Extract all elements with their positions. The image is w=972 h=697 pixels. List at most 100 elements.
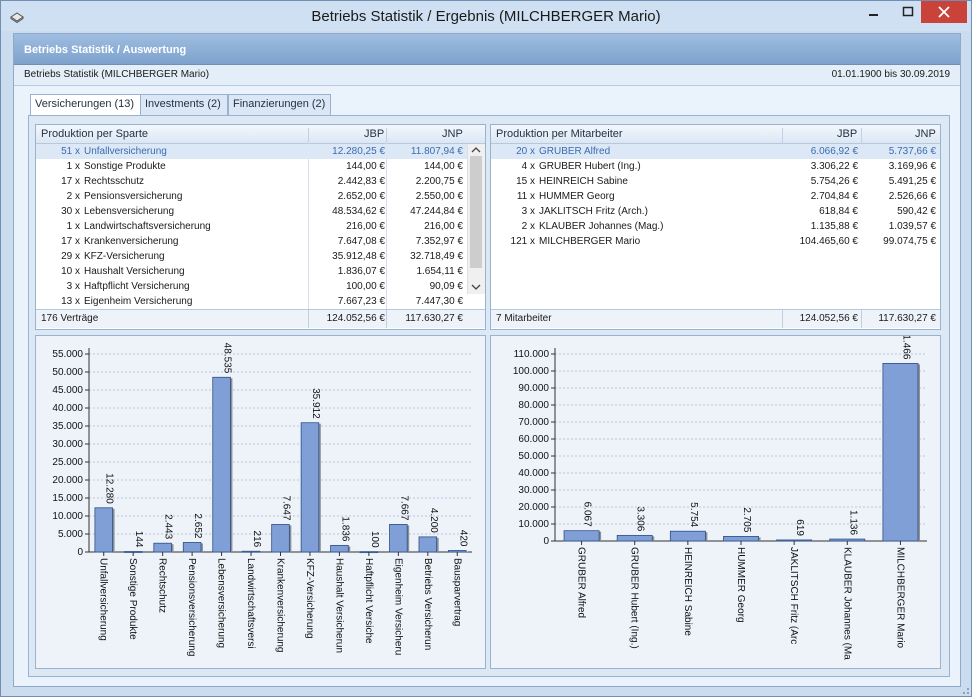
- row-jnp-value: 2.526,66 €: [888, 191, 936, 202]
- y-tick-label: 40.000: [52, 403, 83, 414]
- chart-bar[interactable]: [389, 523, 408, 553]
- bar-value-label: 420: [457, 530, 468, 547]
- table-row[interactable]: 29 x KFZ-Versicherung 35.912,48 € 32.718,49…: [36, 249, 467, 264]
- chart-bar[interactable]: [882, 363, 919, 542]
- table-row[interactable]: 13 x Eigenheim Versicherung 7.667,23 € 7.44…: [36, 294, 467, 309]
- column-header-mitarbeiter[interactable]: Produktion per Mitarbeiter: [496, 128, 623, 140]
- row-jbp-value: 2.652,00 €: [337, 191, 385, 202]
- footer-contract-count: 176 Verträge: [41, 313, 99, 324]
- bar-value-label: 1.136: [847, 510, 858, 535]
- tab-finanzierungen[interactable]: Finanzierungen (2): [228, 94, 331, 116]
- bar-value-label: 2.443: [163, 514, 174, 539]
- table-row[interactable]: 2 x Pensionsversicherung 2.652,00 € 2.550,0…: [36, 189, 467, 204]
- row-name: Pensionsversicherung: [84, 191, 183, 202]
- y-tick-label: 10.000: [518, 519, 549, 530]
- date-range: 01.01.1900 bis 30.09.2019: [831, 69, 950, 80]
- y-tick-label: 15.000: [52, 493, 83, 504]
- row-jnp-value: 144,00 €: [424, 161, 463, 172]
- table-row[interactable]: 17 x Krankenversicherung 7.647,08 € 7.352,9…: [36, 234, 467, 249]
- table-row[interactable]: 17 x Rechtsschutz 2.442,83 € 2.200,75 €: [36, 174, 467, 189]
- chart-bar[interactable]: [212, 376, 231, 553]
- sparte-scrollbar[interactable]: [467, 144, 485, 294]
- chart-bar[interactable]: [616, 534, 653, 542]
- chart-bar[interactable]: [94, 507, 113, 553]
- column-header-jbp[interactable]: JBP: [837, 128, 857, 140]
- y-tick-label: 60.000: [518, 434, 549, 445]
- close-button[interactable]: [921, 1, 967, 23]
- x-tick-label: Haushalt Versicherun: [333, 558, 344, 653]
- sparte-grid-header: Produktion per Sparte JBP JNP: [36, 125, 485, 146]
- table-row[interactable]: 3 x Haftpflicht Versicherung 100,00 € 90,09…: [36, 279, 467, 294]
- mitarbeiter-chart: 0 10.000 20.000 30.000 40.000 50.000 60.000 70.…: [490, 335, 941, 669]
- y-tick-label: 30.000: [52, 439, 83, 450]
- chart-bar[interactable]: [153, 542, 172, 553]
- y-tick-label: 20.000: [518, 502, 549, 513]
- panel-header: Betriebs Statistik / Auswertung: [14, 34, 960, 65]
- statistics-panel: Betriebs Statistik / Auswertung Betriebs…: [13, 33, 961, 687]
- resize-grip-icon[interactable]: [960, 685, 970, 695]
- tab-content-versicherungen: Produktion per Sparte JBP JNP 51 x Unfall…: [28, 115, 950, 677]
- row-label: 51 x: [61, 146, 80, 157]
- row-jnp-value: 32.718,49 €: [410, 251, 463, 262]
- x-tick-label: Unfallversicherung: [98, 558, 109, 641]
- y-tick-label: 80.000: [518, 400, 549, 411]
- y-tick-label: 5.000: [58, 529, 83, 540]
- chart-bar[interactable]: [829, 538, 866, 542]
- row-label: 3 x: [521, 206, 535, 217]
- row-name: Landwirtschaftsversicherung: [84, 221, 211, 232]
- chart-bar[interactable]: [182, 542, 202, 553]
- sparte-grid-footer: 176 Verträge 124.052,56 € 117.630,27 €: [36, 309, 485, 328]
- window-title: Betriebs Statistik / Ergebnis (MILCHBERG…: [311, 8, 661, 25]
- scroll-up-icon[interactable]: [471, 147, 481, 153]
- table-row[interactable]: 20 x GRUBER Alfred 6.066,92 € 5.737,66 €: [491, 144, 940, 159]
- chart-bar[interactable]: [448, 550, 467, 553]
- chart-bar[interactable]: [776, 539, 813, 542]
- chart-bar[interactable]: [271, 524, 290, 553]
- row-jbp-value: 7.667,23 €: [337, 296, 385, 307]
- table-row[interactable]: 121 x MILCHBERGER Mario 104.465,60 € 99.074…: [491, 234, 940, 249]
- row-jbp-value: 35.912,48 €: [332, 251, 385, 262]
- application-window: Betriebs Statistik / Ergebnis (MILCHBERG…: [0, 0, 972, 697]
- row-name: Rechtsschutz: [84, 176, 145, 187]
- mitarbeiter-grid: Produktion per Mitarbeiter JBP JNP 20 x G…: [490, 124, 941, 330]
- minimize-button[interactable]: [857, 1, 891, 23]
- table-row[interactable]: 2 x KLAUBER Johannes (Mag.) 1.135,88 € 1.03…: [491, 219, 940, 234]
- table-row[interactable]: 10 x Haushalt Versicherung 1.836,07 € 1.654…: [36, 264, 467, 279]
- chart-bar[interactable]: [563, 530, 600, 542]
- maximize-button[interactable]: [891, 1, 925, 23]
- row-jnp-value: 5.491,25 €: [888, 176, 936, 187]
- tab-investments[interactable]: Investments (2): [140, 94, 228, 116]
- table-row[interactable]: 51 x Unfallversicherung 12.280,25 € 11.807,…: [36, 144, 467, 159]
- chart-bar[interactable]: [723, 536, 759, 542]
- row-label: 13 x: [61, 296, 80, 307]
- chart-bar[interactable]: [330, 544, 349, 553]
- table-row[interactable]: 15 x HEINREICH Sabine 5.754,26 € 5.491,25 €: [491, 174, 940, 189]
- row-name: KLAUBER Johannes (Mag.): [539, 221, 664, 232]
- row-jnp-value: 7.447,30 €: [415, 296, 463, 307]
- chart-bar[interactable]: [418, 536, 438, 553]
- bar-value-label: 48.535: [222, 343, 233, 374]
- chart-bar[interactable]: [300, 422, 320, 553]
- scroll-down-icon[interactable]: [471, 284, 481, 290]
- tab-versicherungen[interactable]: Versicherungen (13): [30, 94, 142, 117]
- row-jbp-value: 104.465,60 €: [799, 236, 858, 247]
- chart-bar[interactable]: [669, 530, 706, 542]
- table-row[interactable]: 11 x HUMMER Georg 2.704,84 € 2.526,66 €: [491, 189, 940, 204]
- x-tick-label: Pensionsversicherung: [186, 558, 197, 656]
- table-row[interactable]: 3 x JAKLITSCH Fritz (Arch.) 618,84 € 590,42…: [491, 204, 940, 219]
- column-header-jbp[interactable]: JBP: [364, 128, 384, 140]
- info-bar: Betriebs Statistik (MILCHBERGER Mario) 0…: [14, 65, 960, 86]
- table-row[interactable]: 4 x GRUBER Hubert (Ing.) 3.306,22 € 3.169,9…: [491, 159, 940, 174]
- mitarbeiter-grid-footer: 7 Mitarbeiter 124.052,56 € 117.630,27 €: [491, 309, 940, 328]
- table-row[interactable]: 1 x Sonstige Produkte 144,00 € 144,00 €: [36, 159, 467, 174]
- title-bar[interactable]: Betriebs Statistik / Ergebnis (MILCHBERG…: [1, 1, 971, 31]
- scroll-thumb[interactable]: [470, 156, 482, 268]
- column-header-jnp[interactable]: JNP: [442, 128, 463, 140]
- column-header-jnp[interactable]: JNP: [915, 128, 936, 140]
- table-row[interactable]: 1 x Landwirtschaftsversicherung 216,00 € 21…: [36, 219, 467, 234]
- table-row[interactable]: 30 x Lebensversicherung 48.534,62 € 47.244,…: [36, 204, 467, 219]
- bar-value-label: 6.067: [582, 502, 593, 527]
- column-header-sparte[interactable]: Produktion per Sparte: [41, 128, 148, 140]
- row-jnp-value: 7.352,97 €: [415, 236, 463, 247]
- row-name: Haftpflicht Versicherung: [84, 281, 190, 292]
